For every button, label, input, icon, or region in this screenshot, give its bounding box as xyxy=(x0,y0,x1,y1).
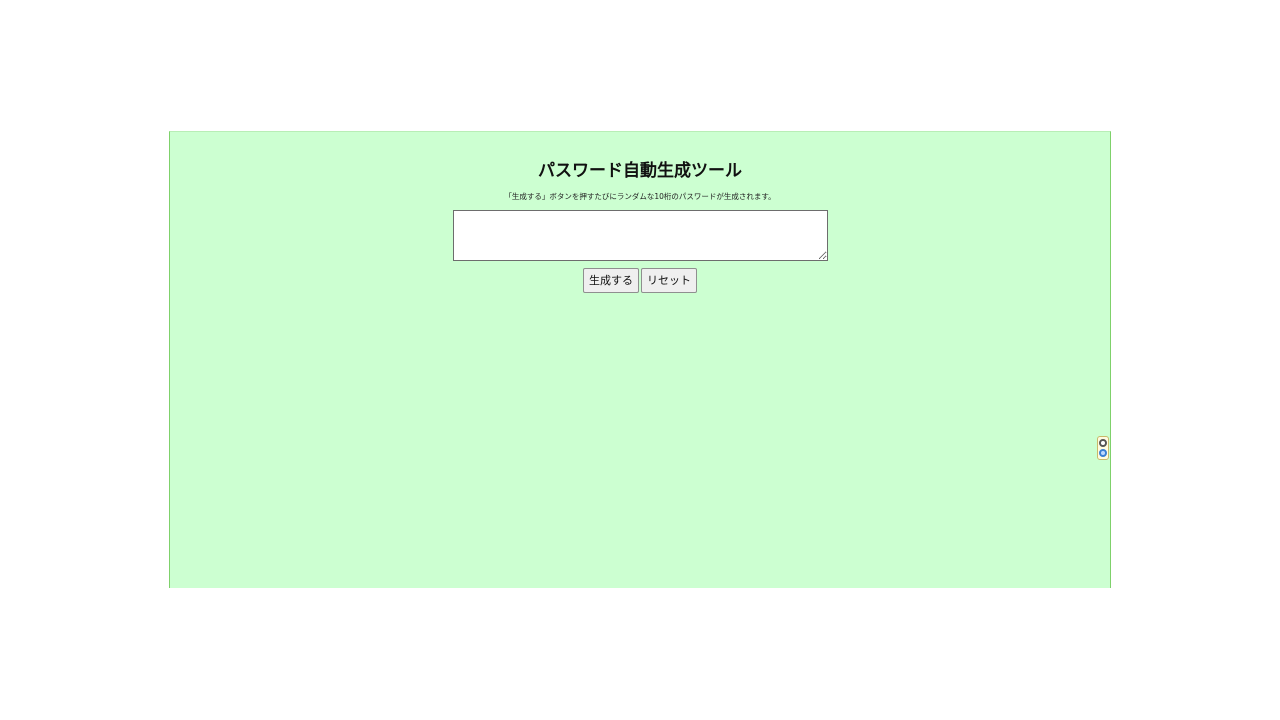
page-description: 「生成する」ボタンを押すたびにランダムな10桁のパスワードが生成されます。 xyxy=(504,192,776,201)
tool-panel: パスワード自動生成ツール 「生成する」ボタンを押すたびにランダムな10桁のパスワ… xyxy=(169,131,1111,588)
side-widget[interactable] xyxy=(1097,436,1109,460)
gear-icon[interactable] xyxy=(1099,439,1107,447)
target-icon[interactable] xyxy=(1099,449,1107,457)
generate-button[interactable]: 生成する xyxy=(583,268,639,293)
reset-button[interactable]: リセット xyxy=(641,268,697,293)
page-title: パスワード自動生成ツール xyxy=(538,161,742,181)
button-row: 生成する リセット xyxy=(170,268,1110,293)
password-output[interactable] xyxy=(453,210,828,261)
